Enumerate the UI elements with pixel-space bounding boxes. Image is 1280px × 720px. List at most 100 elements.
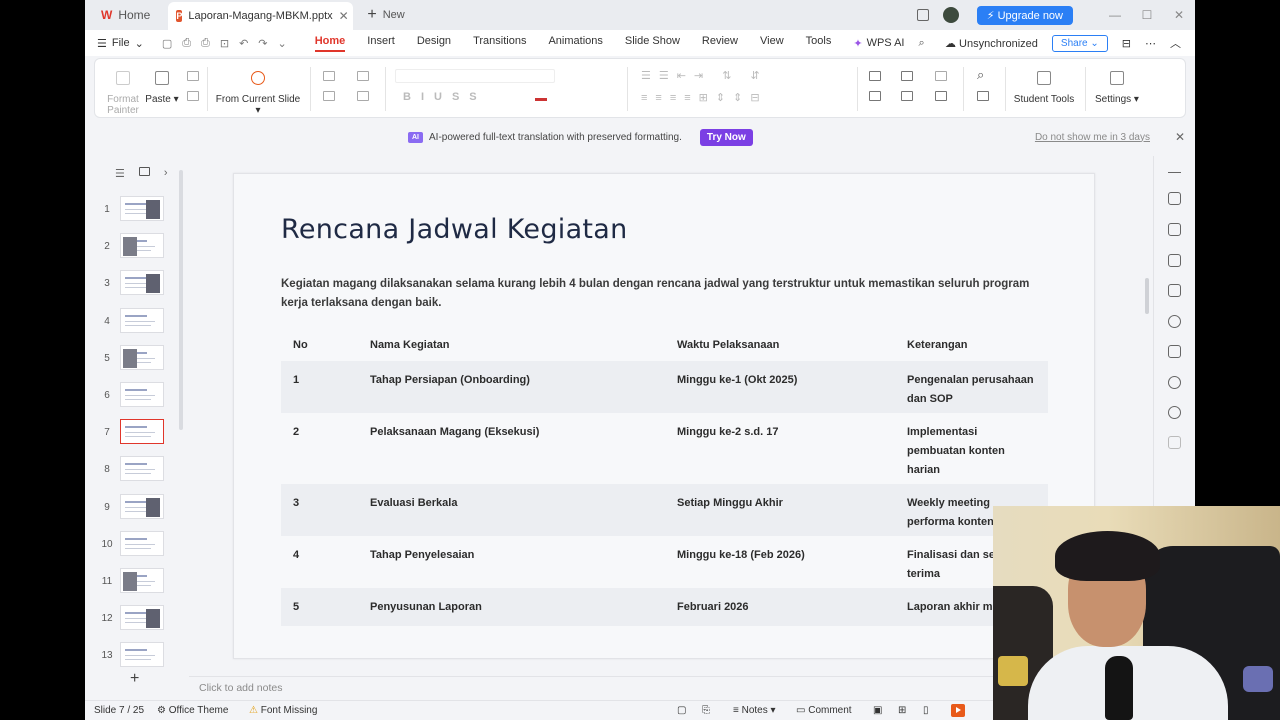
slide-title[interactable]: Rencana Jadwal Kegiatan [281, 214, 628, 245]
slide-thumbnail-3[interactable]: 3 [85, 270, 189, 298]
menu-tab-view[interactable]: View [760, 35, 784, 52]
slide-thumbnail-preview[interactable] [120, 493, 164, 519]
paste-button[interactable]: Paste ▾ [145, 71, 179, 105]
panel-toggle-icon[interactable]: ⊟ [1122, 37, 1131, 50]
slide-description[interactable]: Kegiatan magang dilaksanakan selama kura… [281, 275, 1051, 313]
menu-tab-animations[interactable]: Animations [548, 35, 602, 52]
maximize-icon[interactable]: ☐ [1131, 8, 1163, 22]
slide-thumbnail-9[interactable]: 9 [85, 493, 189, 522]
export-icon[interactable]: ⎙ [182, 37, 191, 50]
slide-thumbnail-preview[interactable] [120, 344, 164, 370]
reuse-slide-icon[interactable] [357, 71, 369, 81]
magic-tools-icon[interactable] [1168, 192, 1181, 205]
list-buttons[interactable]: ☰☰⇤⇥ ⇅ ⇵ [641, 69, 768, 82]
collapse-ribbon-icon[interactable]: ︿ [1170, 35, 1181, 51]
slide-thumbnail-preview[interactable] [120, 382, 164, 407]
slide-thumbnail-preview[interactable] [120, 196, 164, 221]
search-icon[interactable]: ⌕ [918, 37, 924, 50]
sync-status[interactable]: ☁ Unsynchronized [945, 37, 1038, 50]
slide-thumbnail-10[interactable]: 10 [85, 530, 189, 559]
textbox-icon[interactable] [869, 91, 881, 101]
wps-ai-button[interactable]: ✦ WPS AI [853, 37, 904, 50]
menu-tab-slide-show[interactable]: Slide Show [625, 35, 680, 52]
slides-icon[interactable] [1168, 254, 1181, 267]
avatar[interactable] [942, 7, 959, 23]
more-options-icon[interactable]: ⋯ [1145, 37, 1156, 50]
settings-button[interactable]: Settings ▾ [1093, 71, 1141, 105]
menu-tab-review[interactable]: Review [702, 35, 738, 52]
minimize-icon[interactable]: — [1099, 8, 1131, 22]
notes-toggle[interactable]: ≡ Notes ▾ [733, 705, 776, 716]
outline-view-icon[interactable]: ☰ [115, 167, 125, 180]
slide-thumbnail-7[interactable]: 7 [85, 419, 189, 447]
table-row[interactable]: 5 Penyusunan Laporan Februari 2026 Laporan … [281, 588, 1048, 626]
fill-icon[interactable] [935, 71, 947, 81]
slide-thumbnail-preview[interactable] [120, 307, 164, 333]
slide-thumbnail-preview[interactable] [120, 233, 164, 259]
font-style-buttons[interactable]: BIUSS [403, 91, 487, 103]
dismiss-3-days-link[interactable]: Do not show me in 3 days [1035, 132, 1150, 143]
format-painter-button[interactable]: Format Painter [103, 71, 143, 116]
collapse-sidebar-icon[interactable] [1168, 172, 1181, 174]
table-row[interactable]: 1 Tahap Persiapan (Onboarding) Minggu ke-1… [281, 361, 1048, 413]
window-layout-icon[interactable] [916, 9, 929, 21]
thumbnail-scrollbar[interactable] [179, 170, 183, 430]
file-menu[interactable]: ☰ File ⌄ [97, 37, 144, 50]
cut-icon[interactable] [187, 71, 199, 81]
table-row[interactable]: 4 Tahap Penyelesaian Minggu ke-18 (Feb 202… [281, 536, 1048, 588]
menu-tab-transitions[interactable]: Transitions [473, 35, 526, 52]
slide-thumbnail-preview[interactable] [120, 270, 164, 296]
slide-canvas[interactable]: Rencana Jadwal Kegiatan Kegiatan magang … [233, 173, 1095, 659]
comment-sidebar-icon[interactable] [1168, 284, 1181, 297]
slide-thumbnail-2[interactable]: 2 [85, 233, 189, 261]
try-now-button[interactable]: Try Now [699, 128, 753, 146]
slide-thumbnail-1[interactable]: 1 [85, 196, 189, 224]
slide-thumbnail-12[interactable]: 12 [85, 605, 189, 633]
picture-icon[interactable] [901, 71, 913, 81]
upgrade-now-button[interactable]: ⚡ Upgrade now [976, 5, 1073, 25]
save-icon[interactable]: ▢ [162, 37, 172, 50]
font-missing-indicator[interactable]: ⚠ Font Missing [249, 705, 317, 716]
slide-thumbnail-6[interactable]: 6 [85, 382, 189, 410]
outline-icon[interactable] [935, 91, 947, 101]
document-tab[interactable]: P Laporan-Magang-MBKM.pptx ✕ [168, 2, 354, 30]
reading-view-icon[interactable]: ▯ [923, 705, 929, 716]
print-icon[interactable]: ⎙ [201, 37, 210, 50]
slide-thumbnail-preview[interactable] [120, 456, 164, 482]
design-icon[interactable] [1168, 223, 1181, 236]
copy-icon[interactable] [187, 91, 199, 101]
layout-icon[interactable] [323, 91, 335, 101]
font-color-icon[interactable] [535, 89, 547, 101]
slide-thumbnail-5[interactable]: 5 [85, 344, 189, 373]
slide-thumbnail-preview[interactable] [120, 419, 164, 445]
menu-tab-home[interactable]: Home [314, 35, 346, 52]
from-current-slide-button[interactable]: From Current Slide ▾ [213, 71, 303, 116]
share-button[interactable]: Share ⌄ [1051, 34, 1108, 52]
student-tools-button[interactable]: Student Tools [1013, 71, 1075, 105]
export-status-icon[interactable]: ⎘ [702, 705, 710, 716]
alignment-buttons[interactable]: ≡≡≡≡⊞⇕⇕⊟ [641, 91, 768, 104]
normal-view-icon[interactable]: ▣ [873, 705, 882, 716]
more-chevron-icon[interactable]: ⌄ [278, 37, 287, 50]
slide-view-icon[interactable] [138, 167, 150, 176]
slide-thumbnail-preview[interactable] [120, 568, 164, 593]
slide-thumbnail-4[interactable]: 4 [85, 307, 189, 336]
theme-indicator[interactable]: ⚙ Office Theme [157, 705, 228, 716]
new-slide-icon[interactable] [323, 71, 335, 81]
slideshow-play-icon[interactable] [951, 704, 965, 717]
apps-grid-icon[interactable] [1168, 436, 1181, 449]
slide-thumbnail-preview[interactable] [120, 642, 164, 668]
font-name-dropdown[interactable] [395, 69, 555, 83]
slide-thumbnail-preview[interactable] [120, 605, 164, 631]
slide-sorter-icon[interactable]: ⊞ [898, 705, 906, 716]
star-icon[interactable] [1168, 315, 1181, 328]
arrange-icon[interactable] [901, 91, 913, 101]
shapes-icon[interactable] [869, 71, 881, 81]
menu-tab-tools[interactable]: Tools [806, 35, 832, 52]
slide-thumbnail-11[interactable]: 11 [85, 568, 189, 596]
slide-scrollbar[interactable] [1145, 278, 1149, 314]
menu-tab-design[interactable]: Design [417, 35, 451, 52]
select-icon[interactable] [977, 91, 989, 101]
slide-thumbnail-13[interactable]: 13 [85, 642, 189, 670]
sync-status-icon[interactable]: ▢ [677, 705, 686, 716]
